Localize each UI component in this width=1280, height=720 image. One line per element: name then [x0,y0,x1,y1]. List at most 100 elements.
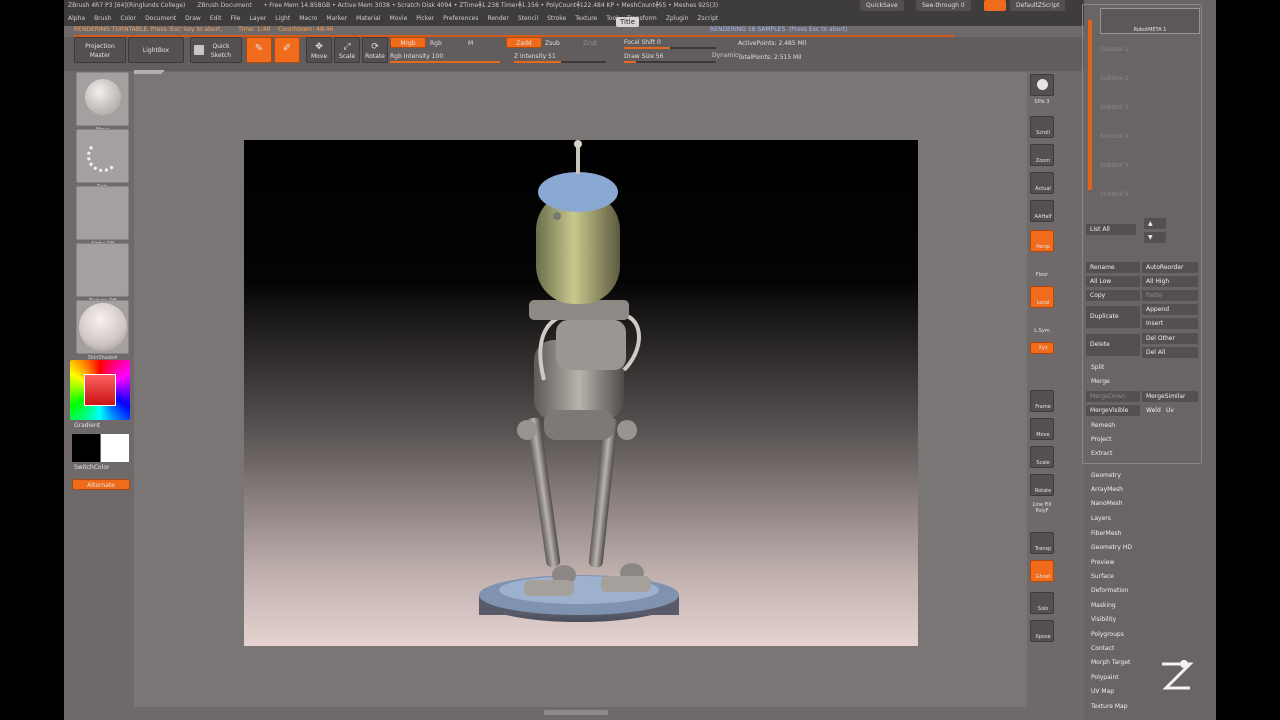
bpr-button[interactable] [1030,74,1054,96]
rename-button[interactable]: Rename [1086,262,1140,273]
subtool-slot-1[interactable]: Subtool 1 [1100,46,1129,53]
aahalf-button[interactable]: AAHalf [1030,200,1054,222]
zsub-toggle[interactable]: Zsub [545,40,560,48]
uv-toggle[interactable]: Uv [1166,407,1174,414]
subtool-slot-4[interactable]: Subtool 4 [1100,133,1129,140]
project-section[interactable]: Project [1091,436,1112,443]
tool-polygroups[interactable]: Polygroups [1091,631,1124,638]
extract-section[interactable]: Extract [1091,450,1113,457]
z-intensity-slider[interactable]: Z Intensity 51 [514,53,606,63]
rotate-button[interactable]: ⟳ Rotate [362,37,388,63]
subtool-scrollbar[interactable] [1088,20,1092,190]
spix-label[interactable]: SPix 3 [1027,99,1057,105]
tool-visibility[interactable]: Visibility [1091,616,1116,623]
tool-polypaint[interactable]: Polypaint [1091,674,1119,681]
tool-morph-target[interactable]: Morph Target [1091,659,1130,666]
merge-section[interactable]: Merge [1091,378,1110,385]
m-toggle[interactable]: M [468,40,473,48]
alpha-selector[interactable]: Alpha Off [76,186,129,247]
all-low-button[interactable]: All Low [1086,276,1140,287]
menu-file[interactable]: File [230,15,240,22]
edit-button[interactable]: ✎ [246,37,272,63]
rotate-view-button[interactable]: Rotate [1030,474,1054,496]
menu-layer[interactable]: Layer [250,15,267,22]
focal-shift-slider[interactable]: Focal Shift 0 [624,39,716,49]
lightbox-button[interactable]: LightBox [128,37,184,63]
render-viewport[interactable] [244,140,918,646]
menus-toggle[interactable] [984,0,1006,11]
menu-document[interactable]: Document [145,15,176,22]
xyz-button[interactable]: Xyz [1030,342,1054,354]
split-section[interactable]: Split [1091,364,1104,371]
menu-light[interactable]: Light [275,15,290,22]
list-all-button[interactable]: List All [1086,224,1136,235]
tool-uv-map[interactable]: UV Map [1091,688,1114,695]
tool-nanomesh[interactable]: NanoMesh [1091,500,1122,507]
main-color-swatch[interactable] [72,434,100,462]
menu-brush[interactable]: Brush [94,15,111,22]
zoom-button[interactable]: Zoom [1030,144,1054,166]
move-button[interactable]: ✥ Move [306,37,332,63]
menu-zscript[interactable]: Zscript [697,15,718,22]
brush-selector[interactable]: Move [76,72,129,133]
tool-surface[interactable]: Surface [1091,573,1114,580]
merge-similar-button[interactable]: MergeSimilar [1142,391,1198,402]
menu-render[interactable]: Render [487,15,508,22]
del-other-button[interactable]: Del Other [1142,333,1198,344]
tool-geometry[interactable]: Geometry [1091,472,1121,479]
mrgb-button[interactable]: Mrgb [390,37,426,48]
transp-button[interactable]: Transp [1030,532,1054,554]
append-button[interactable]: Append [1142,304,1198,315]
rgb-intensity-slider[interactable]: Rgb Intensity 100 [390,53,500,63]
menu-movie[interactable]: Movie [390,15,408,22]
subtool-up-button[interactable]: ▲ [1144,218,1166,229]
tool-texture-map[interactable]: Texture Map [1091,703,1128,710]
menu-stencil[interactable]: Stencil [518,15,538,22]
rgb-toggle[interactable]: Rgb [430,40,442,48]
subtool-slot-5[interactable]: Subtool 5 [1100,162,1129,169]
subtool-down-button[interactable]: ▼ [1144,232,1166,243]
tool-deformation[interactable]: Deformation [1091,587,1128,594]
polyf-label[interactable]: Line Fill PolyF [1027,502,1057,514]
menu-zplugin[interactable]: Zplugin [666,15,689,22]
draw-size-slider[interactable]: Draw Size 56 [624,53,716,63]
zadd-button[interactable]: Zadd [506,37,542,48]
tool-masking[interactable]: Masking [1091,602,1116,609]
subtool-selected[interactable]: RobotMETA 1 [1100,8,1200,34]
weld-toggle[interactable]: Weld [1146,407,1161,414]
tool-fibermesh[interactable]: FiberMesh [1091,530,1121,537]
menu-marker[interactable]: Marker [326,15,347,22]
menu-stroke[interactable]: Stroke [547,15,566,22]
menu-texture[interactable]: Texture [575,15,597,22]
xpose-button[interactable]: Xpose [1030,620,1054,642]
delete-button[interactable]: Delete [1086,334,1140,356]
actual-button[interactable]: Actual [1030,172,1054,194]
tool-contact[interactable]: Contact [1091,645,1114,652]
menu-alpha[interactable]: Alpha [68,15,85,22]
quick-sketch-button[interactable]: Quick Sketch [190,37,242,63]
copy-button[interactable]: Copy [1086,290,1140,301]
insert-button[interactable]: Insert [1142,318,1198,329]
quicksave-button[interactable]: QuickSave [860,0,904,11]
frame-button[interactable]: Frame [1030,390,1054,412]
autoreorder-button[interactable]: AutoReorder [1142,262,1198,273]
tool-layers[interactable]: Layers [1091,515,1111,522]
menu-macro[interactable]: Macro [299,15,317,22]
solo-button[interactable]: Solo [1030,592,1054,614]
color-picker[interactable] [70,360,130,420]
default-zscript-button[interactable]: DefaultZScript [1010,0,1066,11]
paste-button[interactable]: Paste [1142,290,1198,301]
subtool-slot-2[interactable]: Subtool 2 [1100,75,1129,82]
projection-master-button[interactable]: Projection Master [74,37,126,63]
scroll-button[interactable]: Scroll [1030,116,1054,138]
tool-arraymesh[interactable]: ArrayMesh [1091,486,1123,493]
see-through-slider[interactable]: See-through 0 [916,0,971,11]
scale-button[interactable]: ⤢ Scale [334,37,360,63]
menu-picker[interactable]: Picker [416,15,434,22]
material-selector[interactable]: SkinShade4 [76,300,129,361]
menu-color[interactable]: Color [120,15,136,22]
dynamic-toggle[interactable]: Dynamic [712,52,738,60]
zcut-toggle[interactable]: Zcut [583,40,597,48]
local-button[interactable]: Local [1030,286,1054,308]
bottom-drawer-handle[interactable] [544,710,608,715]
